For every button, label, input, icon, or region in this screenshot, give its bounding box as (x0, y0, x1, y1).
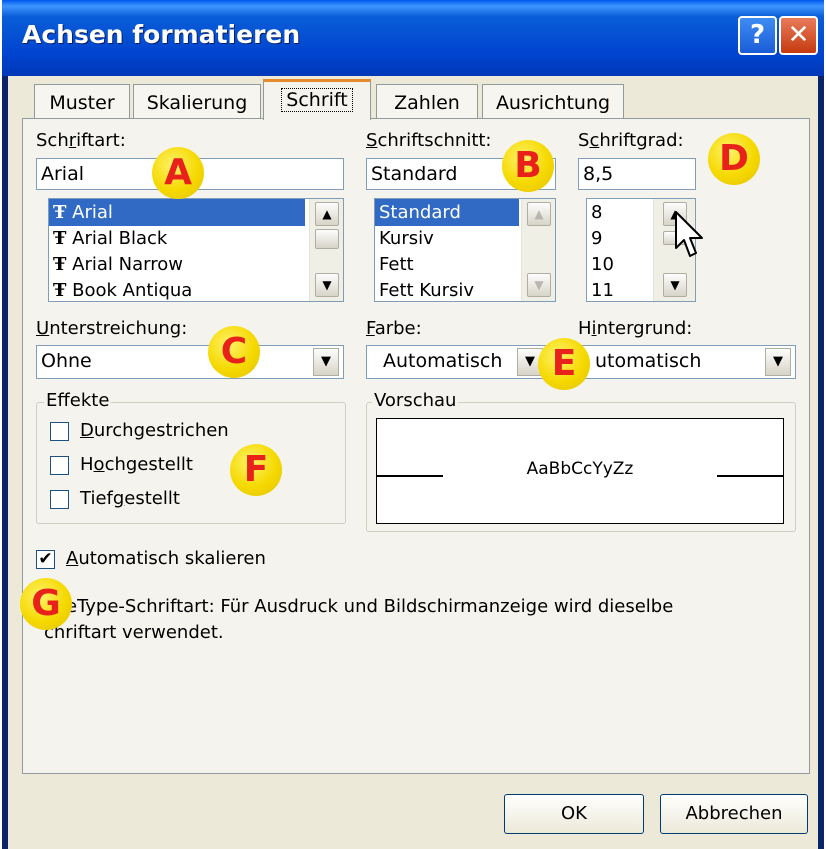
font-item-label: Book Antiqua (72, 280, 193, 301)
background-value: utomatisch (595, 350, 702, 372)
close-button[interactable]: ✕ (779, 16, 818, 55)
truetype-font-icon: Ŧ (53, 202, 67, 223)
tab-schrift-label: Schrift (281, 88, 353, 112)
truetype-font-icon: Ŧ (53, 228, 67, 249)
underline-label: Unterstreichung: (36, 318, 188, 339)
superscript-checkbox[interactable] (50, 456, 69, 475)
preview-box: AaBbCcYyZz (376, 418, 784, 524)
underline-value: Ohne (41, 350, 92, 372)
color-dropdown[interactable]: Automatisch ▼ (366, 345, 546, 379)
chevron-down-icon[interactable]: ▼ (313, 348, 339, 376)
background-label: Hintergrund: (578, 318, 693, 339)
scroll-down-icon[interactable]: ▼ (527, 273, 551, 297)
annotation-marker-d: D (708, 133, 760, 185)
font-list-item[interactable]: Ŧ Book Antiqua (49, 277, 305, 301)
tab-muster[interactable]: Muster (34, 84, 130, 120)
scroll-down-icon[interactable]: ▼ (663, 273, 687, 297)
scroll-up-icon[interactable]: ▲ (315, 202, 339, 226)
font-size-item[interactable]: 11 (587, 277, 647, 301)
info-text-line-2: chriftart verwendet. (44, 622, 224, 643)
annotation-marker-e: E (538, 338, 590, 390)
autoscale-label[interactable]: Automatisch skalieren (66, 548, 266, 569)
preview-title: Vorschau (372, 390, 459, 411)
cancel-button[interactable]: Abbrechen (660, 794, 808, 834)
font-list-item[interactable]: Ŧ Arial Black (49, 225, 305, 252)
font-style-list[interactable]: Standard Kursiv Fett Fett Kursiv ▲ ▼ (374, 198, 556, 302)
font-label: Schriftart: (36, 130, 126, 151)
preview-sample-text: AaBbCcYyZz (526, 459, 634, 479)
font-style-scrollbar[interactable]: ▲ ▼ (521, 199, 555, 301)
font-style-item[interactable]: Fett (375, 251, 519, 278)
annotation-marker-f: F (230, 444, 282, 496)
superscript-label[interactable]: Hochgestellt (80, 454, 193, 475)
font-size-item[interactable]: 9 (587, 225, 647, 252)
scroll-thumb[interactable] (315, 229, 339, 249)
mouse-cursor-icon (675, 211, 703, 257)
strikethrough-checkbox[interactable] (50, 422, 69, 441)
truetype-font-icon: Ŧ (53, 254, 67, 275)
font-list-item[interactable]: Ŧ Arial (49, 199, 305, 226)
annotation-marker-g: G (20, 578, 72, 630)
font-item-label: Arial Black (72, 228, 168, 249)
ok-button[interactable]: OK (504, 794, 644, 834)
font-size-item[interactable]: 10 (587, 251, 647, 278)
underline-dropdown[interactable]: Ohne ▼ (36, 345, 344, 379)
effects-title: Effekte (44, 390, 112, 411)
autoscale-checkbox[interactable]: ✔ (36, 550, 55, 569)
font-list-item[interactable]: Ŧ Arial Narrow (49, 251, 305, 278)
font-size-input[interactable]: 8,5 (578, 158, 696, 190)
color-label: Farbe: (366, 318, 422, 339)
annotation-marker-b: B (502, 140, 554, 192)
font-style-label: Schriftschnitt: (366, 130, 492, 151)
tab-zahlen[interactable]: Zahlen (376, 84, 478, 120)
font-size-item[interactable]: 8 (587, 199, 647, 226)
font-list-scrollbar[interactable]: ▲ ▼ (309, 199, 343, 301)
font-item-label: Arial Narrow (72, 254, 183, 275)
font-list[interactable]: Ŧ Arial Ŧ Arial Black Ŧ Arial Narrow Ŧ B… (48, 198, 344, 302)
subscript-checkbox[interactable] (50, 490, 69, 509)
strikethrough-label[interactable]: Durchgestrichen (80, 420, 229, 441)
font-item-label: Arial (72, 202, 113, 223)
tab-skalierung[interactable]: Skalierung (133, 84, 261, 120)
window-title: Achsen formatieren (22, 20, 301, 49)
font-size-label: Schriftgrad: (578, 130, 684, 151)
tab-ausrichtung[interactable]: Ausrichtung (482, 84, 624, 120)
color-value: Automatisch (383, 350, 503, 372)
scroll-down-icon[interactable]: ▼ (315, 273, 339, 297)
background-dropdown[interactable]: utomatisch ▼ (560, 345, 796, 379)
annotation-marker-c: C (208, 326, 260, 378)
subscript-label[interactable]: Tiefgestellt (80, 488, 180, 509)
info-text-line-1: eType-Schriftart: Für Ausdruck und Bilds… (66, 596, 674, 617)
help-button[interactable]: ? (738, 16, 777, 55)
annotation-marker-a: A (152, 147, 204, 199)
tab-schrift[interactable]: Schrift (263, 79, 371, 120)
font-style-item[interactable]: Standard (375, 199, 519, 226)
font-style-item[interactable]: Fett Kursiv (375, 277, 519, 301)
scroll-up-icon[interactable]: ▲ (527, 202, 551, 226)
chevron-down-icon[interactable]: ▼ (765, 348, 791, 376)
truetype-font-icon: Ŧ (53, 280, 67, 301)
font-style-item[interactable]: Kursiv (375, 225, 519, 252)
